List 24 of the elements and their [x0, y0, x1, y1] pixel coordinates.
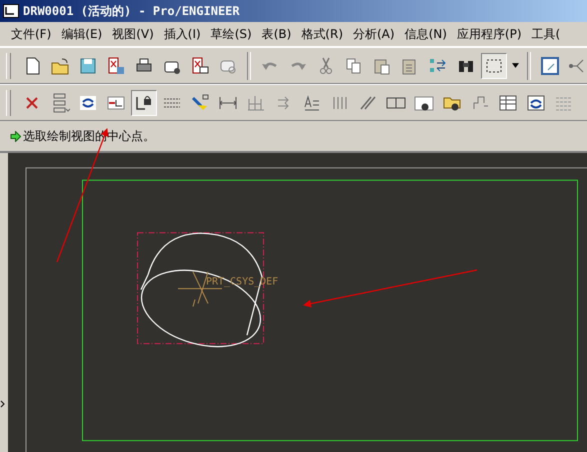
- arrow-icon: [10, 130, 21, 142]
- menu-item[interactable]: 格式(R): [296, 26, 348, 42]
- menu-item[interactable]: 文件(F): [6, 26, 56, 42]
- menu-item[interactable]: 插入(I): [158, 26, 206, 42]
- menu-item[interactable]: 信息(N): [400, 26, 452, 42]
- table-icon: [526, 92, 546, 112]
- menu-item[interactable]: 视图(V): [107, 26, 159, 42]
- document-icon: [190, 56, 210, 76]
- toolbar-button[interactable]: [131, 90, 157, 116]
- document-icon: [106, 56, 126, 76]
- menu-item[interactable]: 分析(A): [348, 26, 400, 42]
- menu-item[interactable]: 表(B): [256, 26, 296, 42]
- menu-item[interactable]: 编辑(E): [56, 26, 108, 42]
- menu-item[interactable]: 草绘(S): [206, 26, 257, 42]
- folder-icon: [50, 56, 70, 76]
- highlight-icon: [190, 92, 210, 112]
- window-title: DRW0001 (活动的) - Pro/ENGINEER: [23, 2, 240, 20]
- menu-item[interactable]: 应用程序(P): [452, 26, 527, 42]
- caret-icon: [512, 63, 518, 68]
- app-icon: [3, 4, 19, 18]
- toolbar-button[interactable]: [481, 52, 507, 78]
- window-icon: [540, 56, 560, 76]
- table-icon: [498, 92, 518, 112]
- menu-item[interactable]: 工具(: [526, 26, 566, 42]
